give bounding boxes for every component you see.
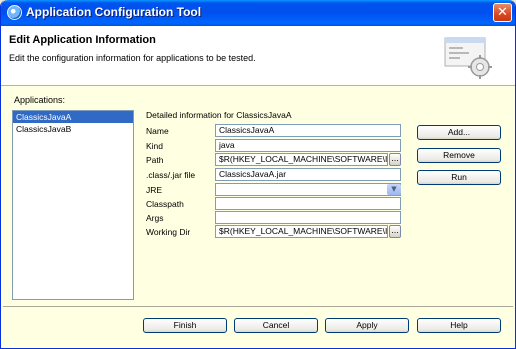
list-item-classicsjavaa[interactable]: ClassicsJavaA: [13, 111, 133, 123]
app-globe-icon: [7, 5, 22, 20]
path-label: Path: [146, 155, 164, 165]
classpath-label: Classpath: [146, 199, 184, 209]
page-description: Edit the configuration information for a…: [9, 53, 256, 63]
config-wizard-icon: [444, 37, 492, 79]
args-label: Args: [146, 213, 164, 223]
add-button[interactable]: Add...: [417, 125, 501, 140]
jre-label: JRE: [146, 185, 163, 195]
title-bar[interactable]: Application Configuration Tool ✕: [1, 0, 515, 26]
remove-button[interactable]: Remove: [417, 148, 501, 163]
path-field[interactable]: $R(HKEY_LOCAL_MACHINE\SOFTWARE\I: [215, 153, 388, 166]
classpath-field[interactable]: [215, 197, 401, 210]
class-jar-field[interactable]: ClassicsJavaA.jar: [215, 168, 401, 181]
working-dir-label: Working Dir: [146, 227, 191, 237]
window-title: Application Configuration Tool: [26, 5, 202, 19]
kind-field[interactable]: java: [215, 139, 401, 152]
name-label: Name: [146, 126, 169, 136]
details-heading: Detailed information for ClassicsJavaA: [146, 110, 292, 120]
class-jar-label: .class/.jar file: [146, 170, 196, 180]
applications-label: Applications:: [14, 95, 66, 105]
cancel-button[interactable]: Cancel: [234, 318, 318, 333]
path-browse-button[interactable]: ...: [389, 153, 401, 166]
working-dir-field[interactable]: $R(HKEY_LOCAL_MACHINE\SOFTWARE\I: [215, 225, 388, 238]
jre-select[interactable]: [215, 183, 401, 196]
header-banner: Edit Application Information Edit the co…: [1, 26, 515, 86]
applications-list[interactable]: ClassicsJavaA ClassicsJavaB: [12, 110, 134, 300]
name-field[interactable]: ClassicsJavaA: [215, 124, 401, 137]
apply-button[interactable]: Apply: [325, 318, 409, 333]
kind-label: Kind: [146, 141, 164, 151]
close-button[interactable]: ✕: [493, 3, 512, 22]
list-item-classicsjavab[interactable]: ClassicsJavaB: [13, 123, 133, 135]
args-field[interactable]: [215, 211, 401, 224]
app-window: Application Configuration Tool ✕ Edit Ap…: [0, 0, 516, 349]
finish-button[interactable]: Finish: [143, 318, 227, 333]
chevron-down-icon[interactable]: ▼: [387, 184, 401, 195]
page-title: Edit Application Information: [9, 34, 156, 46]
run-button[interactable]: Run: [417, 170, 501, 185]
footer-divider: [3, 306, 513, 307]
working-dir-browse-button[interactable]: ...: [389, 225, 401, 238]
help-button[interactable]: Help: [417, 318, 501, 333]
